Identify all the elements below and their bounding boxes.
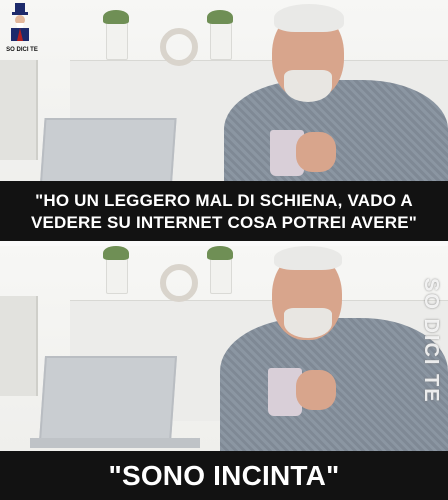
- plant-pot: [210, 20, 232, 60]
- bottom-caption: "SONO INCINTA": [0, 451, 448, 500]
- plant-pot: [106, 20, 128, 60]
- plant: [207, 10, 233, 24]
- person-hand: [296, 370, 336, 410]
- uncle-sam-icon: [11, 3, 29, 41]
- meme-image: SO DICI TE "HO UN LEGGERO MAL DI SCHIENA…: [0, 0, 448, 500]
- window-frame: [0, 60, 38, 160]
- watermark: SO DICI TE: [420, 278, 442, 404]
- laptop-base: [30, 438, 200, 448]
- person-hair: [274, 4, 344, 32]
- so-dici-te-logo: SO DICI TE: [2, 3, 38, 55]
- plant: [103, 10, 129, 24]
- plant-pot: [210, 254, 232, 294]
- person-hair: [274, 246, 342, 270]
- person-beard: [284, 70, 332, 102]
- top-caption-line-1: "HO UN LEGGERO MAL DI SCHIENA, VADO A: [35, 191, 413, 210]
- plant: [103, 246, 129, 260]
- top-caption-line-2: VEDERE SU INTERNET COSA POTREI AVERE": [30, 213, 418, 232]
- person-hand: [296, 132, 336, 172]
- person-beard: [284, 308, 332, 338]
- plant-pot: [106, 254, 128, 294]
- top-caption: "HO UN LEGGERO MAL DI SCHIENA, VADO A VE…: [0, 181, 448, 241]
- laptop-screen: [38, 356, 178, 442]
- logo-text: SO DICI TE: [6, 47, 38, 53]
- decor-ring: [160, 28, 198, 66]
- plant: [207, 246, 233, 260]
- decor-ring: [160, 264, 198, 302]
- window-frame: [0, 296, 38, 396]
